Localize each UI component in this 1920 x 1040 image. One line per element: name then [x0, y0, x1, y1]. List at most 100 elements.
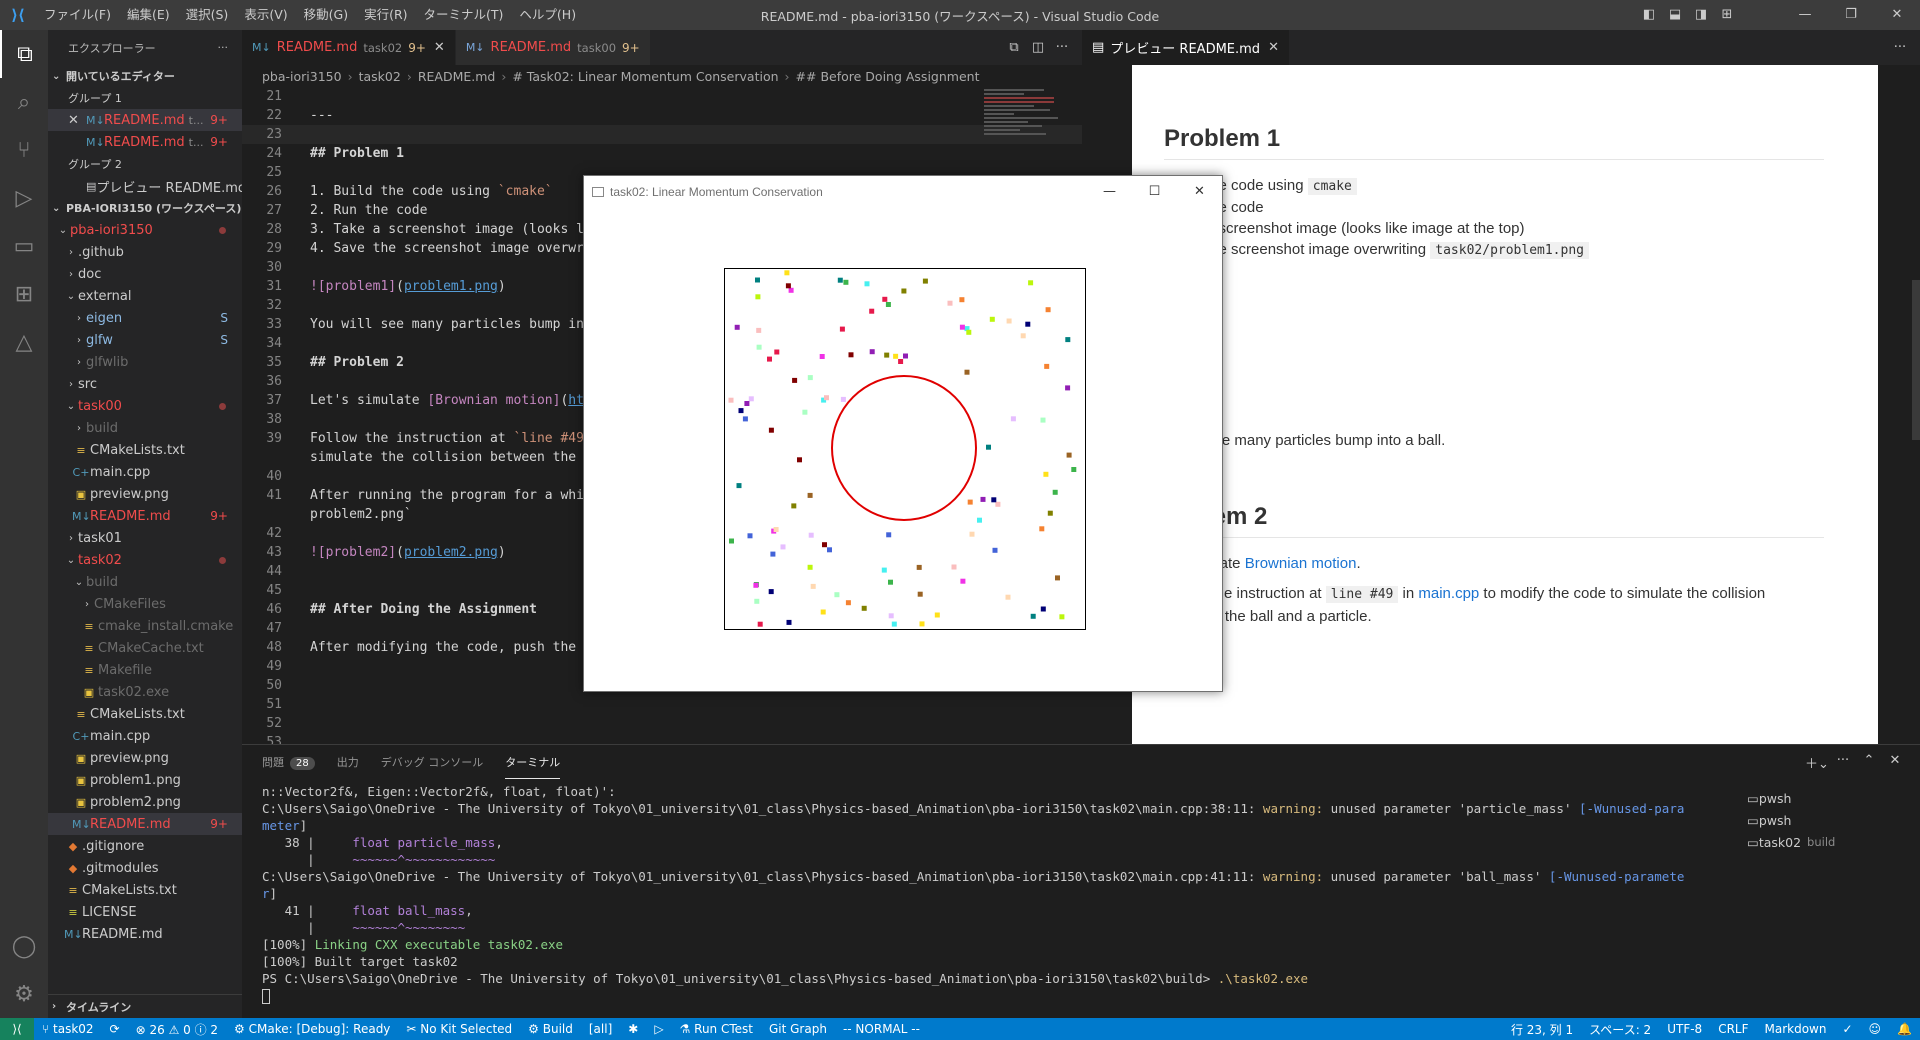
build-target[interactable]: [all]	[581, 1022, 620, 1036]
menu-item[interactable]: ファイル(F)	[36, 0, 119, 30]
kit-status[interactable]: ✂ No Kit Selected	[398, 1022, 520, 1036]
explorer-icon[interactable]: ⧉	[0, 30, 48, 78]
open-preview-icon[interactable]: ⧉	[1002, 40, 1026, 55]
tree-item[interactable]: ⌄ pba-iori3150	[48, 219, 242, 241]
prettier-icon[interactable]: ✓	[1834, 1022, 1860, 1036]
account-icon[interactable]: ◯	[0, 922, 48, 970]
language-mode[interactable]: Markdown	[1757, 1022, 1835, 1036]
menu-item[interactable]: ターミナル(T)	[416, 0, 512, 30]
maximize-button[interactable]: ❐	[1828, 0, 1874, 30]
close-icon[interactable]: ✕	[1268, 40, 1279, 55]
more-actions-icon[interactable]: ···	[1050, 40, 1074, 55]
tree-item[interactable]: › task01	[48, 527, 242, 549]
tab-problems[interactable]: 問題 28	[262, 746, 315, 778]
markdown-preview[interactable]: Problem 1 the code using cmake the code …	[1132, 65, 1878, 744]
split-editor-icon[interactable]: ◫	[1026, 40, 1050, 55]
tree-item[interactable]: › CMakeFiles	[48, 593, 242, 615]
tree-item[interactable]: › build	[48, 417, 242, 439]
tree-item[interactable]: ▣ preview.png	[48, 747, 242, 769]
run-icon[interactable]: ▷	[646, 1022, 671, 1036]
menu-item[interactable]: 選択(S)	[178, 0, 237, 30]
eol[interactable]: CRLF	[1710, 1022, 1756, 1036]
run-debug-icon[interactable]: ▷	[0, 174, 48, 222]
new-terminal-icon[interactable]: ＋⌄	[1804, 753, 1830, 772]
tree-item[interactable]: › .github	[48, 241, 242, 263]
close-window-button[interactable]: ✕	[1874, 0, 1920, 30]
tree-item[interactable]: ⌄ task00	[48, 395, 242, 417]
tree-item[interactable]: C+ main.cpp	[48, 461, 242, 483]
open-editors-section[interactable]: ⌄ 開いているエディター	[48, 65, 242, 87]
tree-item[interactable]: ≡ cmake_install.cmake	[48, 615, 242, 637]
tree-item[interactable]: ≡ Makefile	[48, 659, 242, 681]
extensions-icon[interactable]: ⊞	[0, 270, 48, 318]
simulation-window[interactable]: task02: Linear Momentum Conservation — ☐…	[583, 175, 1223, 692]
more-actions-icon[interactable]: ···	[1830, 753, 1856, 772]
editor-tab[interactable]: M↓ README.md task00 9+	[455, 30, 651, 65]
tab-output[interactable]: 出力	[337, 746, 359, 778]
menu-item[interactable]: 移動(G)	[296, 0, 356, 30]
debug-icon[interactable]: ✱	[620, 1022, 646, 1036]
breadcrumb-item[interactable]: # Task02: Linear Momentum Conservation	[512, 69, 778, 84]
tree-item[interactable]: ◆ .gitignore	[48, 835, 242, 857]
preview-scrollbar[interactable]	[1912, 280, 1920, 440]
tree-item[interactable]: ◆ .gitmodules	[48, 857, 242, 879]
tree-item[interactable]: ▣ problem1.png	[48, 769, 242, 791]
maximize-panel-icon[interactable]: ⌃	[1856, 753, 1882, 772]
tree-item[interactable]: › src	[48, 373, 242, 395]
terminal-list-item[interactable]: ▭ pwsh	[1747, 787, 1917, 809]
menu-item[interactable]: 編集(E)	[119, 0, 178, 30]
workspace-section[interactable]: ⌄ PBA-IORI3150 (ワークスペース)	[48, 197, 242, 219]
editor-tab[interactable]: M↓ README.md task02 9+ ✕	[242, 30, 456, 65]
tree-item[interactable]: M↓ README.md 9+	[48, 505, 242, 527]
close-window-button[interactable]: ✕	[1177, 176, 1222, 208]
tree-item[interactable]: › doc	[48, 263, 242, 285]
problems-status[interactable]: ⊗ 26 ⚠ 0 ⓘ 2	[128, 1021, 226, 1038]
indentation[interactable]: スペース: 2	[1581, 1021, 1659, 1038]
toggle-sidebar-icon[interactable]: ◧	[1636, 0, 1662, 30]
timeline-section[interactable]: › タイムライン	[48, 994, 242, 1018]
feedback-icon[interactable]: ☺	[1861, 1022, 1890, 1036]
tree-item[interactable]: ⌄ build	[48, 571, 242, 593]
gear-icon[interactable]: ⚙	[0, 970, 48, 1018]
preview-tab[interactable]: ▤ プレビュー README.md ✕	[1082, 30, 1290, 65]
tab-terminal[interactable]: ターミナル	[505, 746, 561, 779]
terminal-list-item[interactable]: ▭ task02 build	[1747, 831, 1917, 853]
sync-icon[interactable]: ⟳	[102, 1022, 128, 1036]
tree-item[interactable]: › glfwlib	[48, 351, 242, 373]
remote-explorer-icon[interactable]: ▭	[0, 222, 48, 270]
open-editor-item[interactable]: M↓ README.md t... 9+	[48, 131, 242, 153]
tree-item[interactable]: ▣ task02.exe	[48, 681, 242, 703]
encoding[interactable]: UTF-8	[1659, 1022, 1710, 1036]
close-icon[interactable]: ✕	[68, 113, 86, 128]
tree-item[interactable]: ▣ preview.png	[48, 483, 242, 505]
tree-item[interactable]: ⌄ task02	[48, 549, 242, 571]
tree-item[interactable]: ≡ LICENSE	[48, 901, 242, 923]
menu-item[interactable]: 表示(V)	[236, 0, 295, 30]
cursor-position[interactable]: 行 23, 列 1	[1503, 1021, 1581, 1038]
breadcrumb-item[interactable]: task02	[359, 69, 401, 84]
git-graph-button[interactable]: Git Graph	[761, 1022, 835, 1036]
branch-status[interactable]: ⑂ task02	[34, 1022, 102, 1036]
ctest-button[interactable]: ⚗ Run CTest	[672, 1022, 761, 1036]
menu-item[interactable]: 実行(R)	[356, 0, 415, 30]
tab-debug-console[interactable]: デバッグ コンソール	[381, 746, 484, 778]
source-control-icon[interactable]: ⑂	[0, 126, 48, 174]
tree-item[interactable]: ≡ CMakeLists.txt	[48, 703, 242, 725]
tree-item[interactable]: ≡ CMakeLists.txt	[48, 439, 242, 461]
main-cpp-link[interactable]: main.cpp	[1418, 585, 1479, 602]
tree-item[interactable]: ▣ problem2.png	[48, 791, 242, 813]
tree-item[interactable]: ≡ CMakeLists.txt	[48, 879, 242, 901]
tree-item[interactable]: ⌄ external	[48, 285, 242, 307]
notifications-icon[interactable]: 🔔	[1889, 1022, 1920, 1036]
tree-item[interactable]: C+ main.cpp	[48, 725, 242, 747]
open-editor-item[interactable]: ▤ プレビュー README.md	[48, 175, 242, 197]
maximize-button[interactable]: ☐	[1132, 176, 1177, 208]
tree-item[interactable]: › glfw S	[48, 329, 242, 351]
terminal-output[interactable]: n::Vector2f&, Eigen::Vector2f&, float, f…	[262, 783, 1684, 1004]
tree-item[interactable]: M↓ README.md 9+	[48, 813, 242, 835]
tree-item[interactable]: › eigen S	[48, 307, 242, 329]
customize-layout-icon[interactable]: ⊞	[1714, 0, 1740, 30]
brownian-motion-link[interactable]: Brownian motion	[1245, 555, 1357, 572]
close-icon[interactable]: ✕	[434, 40, 445, 55]
tree-item[interactable]: ≡ CMakeCache.txt	[48, 637, 242, 659]
